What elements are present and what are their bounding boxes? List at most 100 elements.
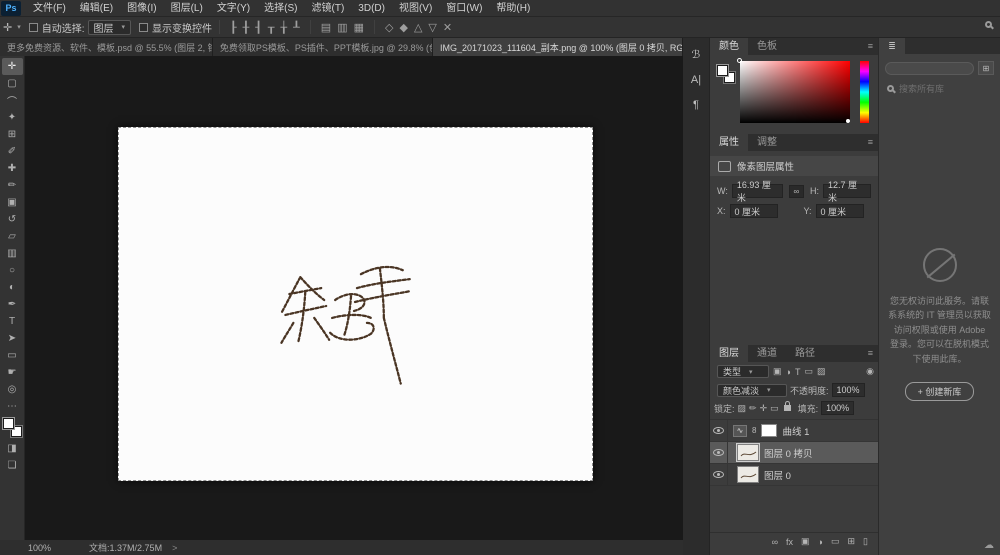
path-selection-tool[interactable]: ➤	[2, 330, 23, 347]
link-dimensions-icon[interactable]: ∞	[788, 184, 804, 198]
align-bottom-icon[interactable]: ┸	[293, 21, 300, 34]
eyedropper-tool[interactable]: ✐	[2, 143, 23, 160]
filter-image-icon[interactable]: ▣	[773, 366, 782, 377]
menu-edit[interactable]: 编辑(E)	[73, 0, 120, 17]
visibility-toggle[interactable]	[710, 442, 728, 463]
cloud-sync-icon[interactable]: ☁	[984, 540, 994, 551]
tab-adjustments[interactable]: 调整	[748, 134, 786, 151]
layer-thumbnail[interactable]	[737, 466, 759, 483]
lock-all-icon[interactable]	[783, 401, 791, 411]
foreground-color-swatch[interactable]	[2, 418, 14, 429]
library-select-dropdown[interactable]	[885, 61, 974, 75]
document-tab[interactable]: 免费领取PS模板、PS插件、PPT模板.jpg @ 29.8% (色... ×	[212, 38, 433, 56]
rectangle-tool[interactable]: ▭	[2, 347, 23, 364]
quick-selection-tool[interactable]: ✦	[2, 109, 23, 126]
character-panel-icon[interactable]: A|	[691, 74, 701, 86]
paragraph-panel-icon[interactable]: ¶	[693, 99, 699, 111]
align-right-icon[interactable]: ┨	[255, 21, 262, 34]
visibility-toggle[interactable]	[710, 420, 728, 441]
hue-slider[interactable]	[860, 61, 869, 123]
link-layers-icon[interactable]: ∞	[772, 537, 778, 547]
tab-channels[interactable]: 通道	[748, 345, 786, 362]
foreground-color-swatch[interactable]	[717, 65, 728, 76]
distribute-icon[interactable]: ▦	[354, 21, 364, 34]
3d-mode-icon[interactable]: ◇	[385, 21, 393, 34]
move-tool[interactable]: ✛	[1, 58, 23, 75]
blur-tool[interactable]: ○	[2, 262, 23, 279]
saturation-brightness-picker[interactable]	[740, 61, 850, 123]
quick-mask-button[interactable]: ◨	[2, 440, 23, 457]
filter-type-icon[interactable]: T	[795, 367, 801, 377]
menu-layer[interactable]: 图层(L)	[164, 0, 210, 17]
edit-toolbar-button[interactable]: ⋯	[2, 398, 23, 415]
eraser-tool[interactable]: ▱	[2, 228, 23, 245]
menu-window[interactable]: 窗口(W)	[439, 0, 489, 17]
document-tab[interactable]: 更多免费资源、软件、模板.psd @ 55.5% (图层 2, 铬... ×	[0, 38, 213, 56]
visibility-toggle[interactable]	[710, 464, 728, 485]
menu-select[interactable]: 选择(S)	[257, 0, 304, 17]
panel-menu-icon[interactable]: ≡	[863, 345, 878, 362]
lock-artboard-icon[interactable]: ▭	[770, 403, 779, 414]
search-icon[interactable]	[985, 21, 992, 28]
align-top-icon[interactable]: ┰	[268, 21, 275, 34]
type-tool[interactable]: T	[2, 313, 23, 330]
layer-mask-thumbnail[interactable]	[761, 424, 778, 437]
menu-file[interactable]: 文件(F)	[26, 0, 73, 17]
lock-paint-icon[interactable]: ✏	[749, 403, 757, 414]
align-middle-icon[interactable]: ╁	[281, 21, 288, 34]
panel-menu-icon[interactable]: ≡	[863, 134, 878, 151]
menu-view[interactable]: 视图(V)	[392, 0, 439, 17]
canvas-pasteboard[interactable]	[25, 56, 683, 540]
new-adjustment-icon[interactable]: ◑	[818, 537, 823, 547]
layer-name[interactable]: 图层 0 拷贝	[764, 446, 813, 460]
menu-filter[interactable]: 滤镜(T)	[305, 0, 352, 17]
new-layer-icon[interactable]: ⊞	[848, 536, 856, 547]
lasso-tool[interactable]: ⌒	[2, 92, 23, 109]
brush-tool[interactable]: ✏	[2, 177, 23, 194]
auto-select-dropdown[interactable]: 图层 ▾	[87, 19, 132, 35]
3d-mode-icon[interactable]: ✕	[443, 21, 452, 34]
menu-help[interactable]: 帮助(H)	[489, 0, 537, 17]
lock-transparent-icon[interactable]: ▨	[738, 403, 747, 414]
fill-field[interactable]: 100%	[821, 401, 855, 415]
opacity-field[interactable]: 100%	[831, 383, 865, 397]
libraries-tab-icon[interactable]: ≣	[879, 38, 905, 54]
layer-thumbnail[interactable]	[736, 443, 760, 462]
status-chevron-icon[interactable]: >	[172, 543, 177, 553]
layer-name[interactable]: 曲线 1	[782, 424, 809, 438]
filter-shape-icon[interactable]: ▭	[804, 366, 813, 377]
document-tab-active[interactable]: IMG_20171023_111604_副本.png @ 100% (图层 0 …	[433, 38, 683, 56]
marquee-tool[interactable]: ▢	[2, 75, 23, 92]
gradient-tool[interactable]: ▥	[2, 245, 23, 262]
filter-smartobject-icon[interactable]: ▨	[817, 366, 826, 377]
document-canvas[interactable]	[118, 127, 593, 481]
new-group-icon[interactable]: ▭	[831, 536, 840, 547]
distribute-icon[interactable]: ▤	[321, 21, 331, 34]
filter-kind-dropdown[interactable]: 类型 ▾	[717, 365, 769, 378]
align-center-icon[interactable]: ╂	[243, 21, 250, 34]
create-library-button[interactable]: + 创建新库	[904, 381, 975, 401]
layer-style-icon[interactable]: fx	[786, 537, 793, 547]
auto-select-checkbox[interactable]	[28, 22, 38, 32]
zoom-level-field[interactable]: 100%	[28, 543, 51, 553]
pen-tool[interactable]: ✒	[2, 296, 23, 313]
tab-paths[interactable]: 路径	[786, 345, 824, 362]
foreground-background-swatches[interactable]	[2, 418, 22, 437]
menu-type[interactable]: 文字(Y)	[210, 0, 257, 17]
lock-move-icon[interactable]: ✛	[760, 403, 768, 414]
crop-tool[interactable]: ⊞	[2, 126, 23, 143]
tool-preset-caret-icon[interactable]: ▾	[17, 23, 21, 31]
filter-adjustment-icon[interactable]: ◑	[786, 367, 791, 377]
3d-mode-icon[interactable]: ▽	[428, 21, 436, 34]
filter-pin-icon[interactable]: ◉	[866, 366, 874, 377]
layer-row-background[interactable]: 图层 0	[710, 464, 878, 486]
zoom-tool[interactable]: ◎	[2, 381, 23, 398]
dodge-tool[interactable]: ◐	[2, 279, 23, 296]
delete-layer-icon[interactable]: ▯	[863, 536, 868, 547]
y-field[interactable]: 0 厘米	[815, 204, 864, 218]
blend-mode-dropdown[interactable]: 颜色减淡 ▾	[717, 383, 787, 397]
width-field[interactable]: 16.93 厘米	[731, 180, 783, 203]
align-left-icon[interactable]: ┠	[230, 21, 237, 34]
layer-row-copy[interactable]: 图层 0 拷贝	[710, 442, 878, 464]
tab-layers[interactable]: 图层	[710, 345, 748, 362]
